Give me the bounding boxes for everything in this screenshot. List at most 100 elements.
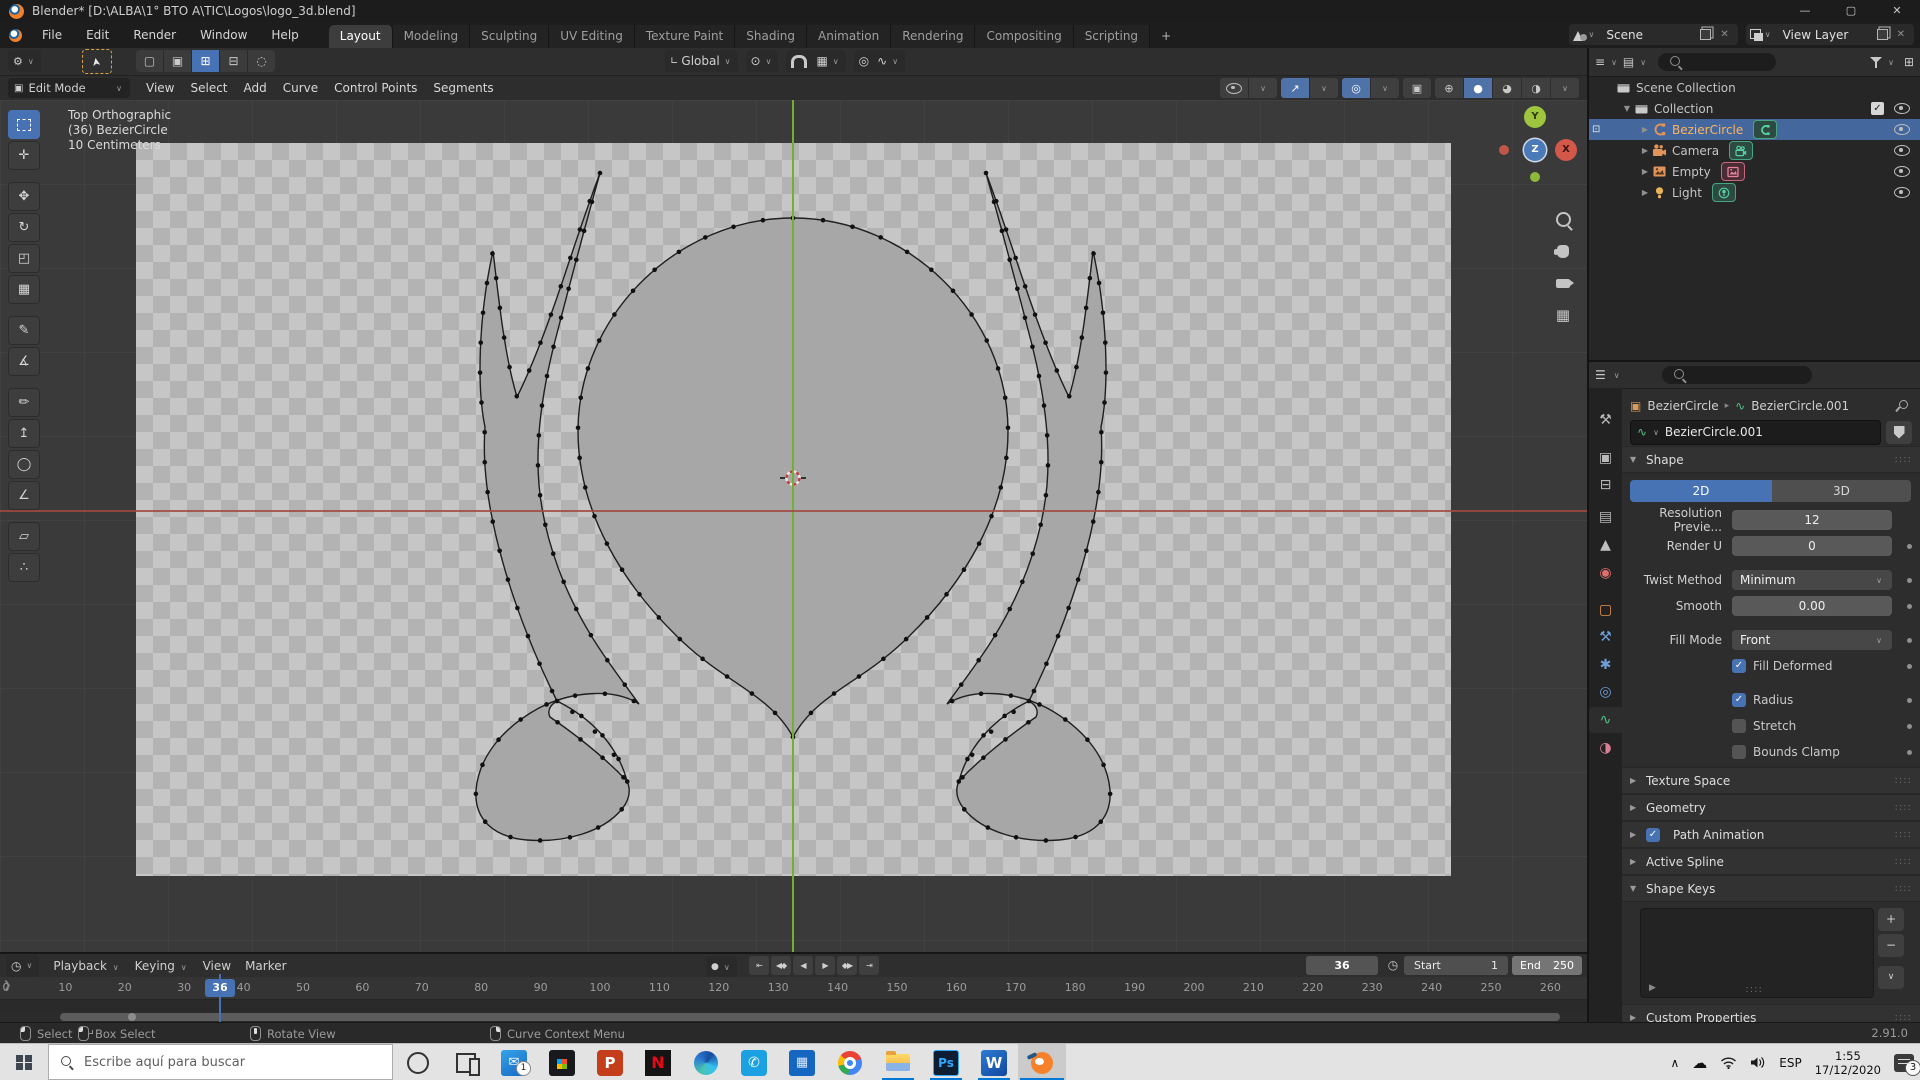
curve-control-point[interactable] — [1042, 403, 1047, 408]
taskbar-app-calendar[interactable]: ▦ — [778, 1044, 826, 1080]
outliner-filter-mode-icon[interactable]: ▤ — [1623, 55, 1634, 69]
pivot-point-dropdown[interactable]: ⊙ ∨ — [746, 50, 779, 72]
viewport-menu-segments[interactable]: Segments — [433, 81, 493, 95]
scene-selector[interactable]: ∨ Scene ✕ — [1569, 24, 1738, 45]
scale-tool[interactable]: ◰ — [8, 244, 40, 273]
disclosure-triangle-icon[interactable]: ▶ — [1639, 125, 1651, 134]
tray-chevron-icon[interactable]: ∧ — [1670, 1056, 1679, 1070]
curve-control-point[interactable] — [485, 490, 490, 495]
properties-tab-material[interactable]: ◑ — [1589, 735, 1622, 761]
curve-control-point[interactable] — [537, 433, 542, 438]
curve-control-point[interactable] — [600, 733, 605, 738]
curve-control-point[interactable] — [809, 711, 814, 716]
curve-control-point[interactable] — [1037, 702, 1042, 707]
panel-header-path-animation[interactable]: ▶✓Path Animation:::: — [1622, 821, 1920, 848]
view-layer-selector[interactable]: ∨ View Layer ✕ — [1746, 24, 1914, 45]
speaker-icon[interactable] — [1750, 1056, 1766, 1069]
workspace-tab-uv-editing[interactable]: UV Editing — [549, 25, 635, 48]
curve-control-point[interactable] — [657, 615, 662, 620]
new-collection-icon[interactable]: ⊞ — [1904, 55, 1914, 69]
view-layer-name[interactable]: View Layer — [1773, 28, 1873, 42]
timeline-scrollbar-knob[interactable] — [128, 1013, 136, 1021]
animate-decorator-dot[interactable] — [1907, 664, 1912, 669]
workspace-tab-modeling[interactable]: Modeling — [393, 25, 471, 48]
curve-control-point[interactable] — [1099, 430, 1104, 435]
transform-orientation-dropdown[interactable]: ∟ Global ∨ — [665, 50, 738, 72]
list-resize-grip[interactable]: :::: — [1745, 984, 1762, 995]
snap-widget[interactable]: ▦ ∨ — [786, 50, 845, 72]
curve-control-point[interactable] — [538, 340, 543, 345]
panel-drag-grip[interactable]: :::: — [1895, 856, 1912, 867]
curve-control-point[interactable] — [986, 825, 991, 830]
ortho-grid-icon[interactable]: ▦ — [1552, 304, 1574, 326]
curve-control-point[interactable] — [631, 288, 636, 293]
curve-control-point[interactable] — [561, 580, 566, 585]
light-data-icon[interactable] — [1712, 183, 1736, 202]
curve-control-point[interactable] — [1032, 689, 1037, 694]
taskbar-app-edge[interactable] — [682, 1044, 730, 1080]
properties-tab-world[interactable]: ◉ — [1589, 560, 1622, 586]
curve-control-point[interactable] — [965, 757, 970, 762]
curve-control-point[interactable] — [574, 607, 579, 612]
curve-control-point[interactable] — [506, 577, 511, 582]
curve-control-point[interactable] — [536, 463, 541, 468]
curve-control-point[interactable] — [1073, 835, 1078, 840]
curve-control-point[interactable] — [1091, 251, 1096, 256]
auto-keyframe-button[interactable]: ● ∨ — [706, 956, 737, 978]
filter-funnel-icon[interactable] — [1870, 57, 1882, 68]
properties-tab-object-data[interactable]: ∿ — [1589, 707, 1622, 733]
curve-control-point[interactable] — [1038, 522, 1043, 527]
curve-control-point[interactable] — [587, 199, 592, 204]
curve-control-point[interactable] — [962, 567, 967, 572]
curve-control-point[interactable] — [490, 251, 495, 256]
curve-control-point[interactable] — [508, 835, 513, 840]
stretch-checkbox[interactable] — [1732, 719, 1746, 733]
timeline-ruler[interactable]: 36 0102030405060708090100110120130140150… — [0, 977, 1587, 999]
curve-control-point[interactable] — [589, 633, 594, 638]
curve-control-point[interactable] — [540, 403, 545, 408]
render-u-field[interactable]: 0 — [1732, 536, 1892, 556]
curve-control-point[interactable] — [598, 171, 603, 176]
curve-control-point[interactable] — [1074, 365, 1079, 370]
curve-control-point[interactable] — [970, 752, 975, 757]
curve-control-point[interactable] — [979, 691, 984, 696]
curve-control-point[interactable] — [1088, 276, 1093, 281]
curve-control-point[interactable] — [944, 592, 949, 597]
curve-control-point[interactable] — [543, 522, 548, 527]
curve-control-point[interactable] — [950, 699, 955, 704]
taskbar-app-chrome[interactable] — [826, 1044, 874, 1080]
curve-control-point[interactable] — [514, 394, 519, 399]
properties-tab-modifiers[interactable]: ⚒ — [1589, 624, 1622, 650]
editor-type-dropdown[interactable]: ◷ ∨ — [6, 955, 39, 977]
menu-window[interactable]: Window — [188, 28, 259, 42]
curve-control-point[interactable] — [984, 338, 989, 343]
curve-control-point[interactable] — [555, 699, 560, 704]
extrude-tool[interactable]: ↥ — [8, 419, 40, 448]
curve-control-point[interactable] — [700, 657, 705, 662]
curve-control-point[interactable] — [482, 460, 487, 465]
panel-drag-grip[interactable]: :::: — [1895, 829, 1912, 840]
curve-control-point[interactable] — [731, 224, 736, 229]
curve-control-point[interactable] — [904, 637, 909, 642]
active-tool-settings-dropdown[interactable]: ⚙ ∨ — [8, 50, 41, 72]
current-frame-field[interactable]: 36 — [1306, 956, 1378, 975]
proportional-edit-icon[interactable]: ◎ — [859, 54, 869, 68]
viewport-menu-add[interactable]: Add — [244, 81, 267, 95]
curve-control-point[interactable] — [821, 218, 826, 223]
workspace-tab-texture-paint[interactable]: Texture Paint — [635, 25, 735, 48]
curve-control-point[interactable] — [555, 720, 560, 725]
properties-tab-tool[interactable]: ⚒ — [1589, 407, 1622, 433]
select-mode-3[interactable]: ⊟ — [220, 50, 248, 72]
menu-file[interactable]: File — [30, 28, 74, 42]
curve-control-point[interactable] — [586, 366, 591, 371]
navigation-gizmo[interactable]: Y Z X — [1489, 106, 1581, 198]
curve-control-point[interactable] — [545, 374, 550, 379]
smooth-field[interactable]: 0.00 — [1732, 596, 1892, 616]
radius-checkbox[interactable]: ✓ — [1732, 693, 1746, 707]
curve-control-point[interactable] — [637, 592, 642, 597]
transform-tool[interactable]: ▦ — [8, 275, 40, 304]
taskbar-app-mail[interactable]: ✉1 — [490, 1044, 538, 1080]
image-data-icon[interactable] — [1721, 162, 1745, 181]
curve-control-point[interactable] — [579, 714, 584, 719]
menu-render[interactable]: Render — [121, 28, 188, 42]
